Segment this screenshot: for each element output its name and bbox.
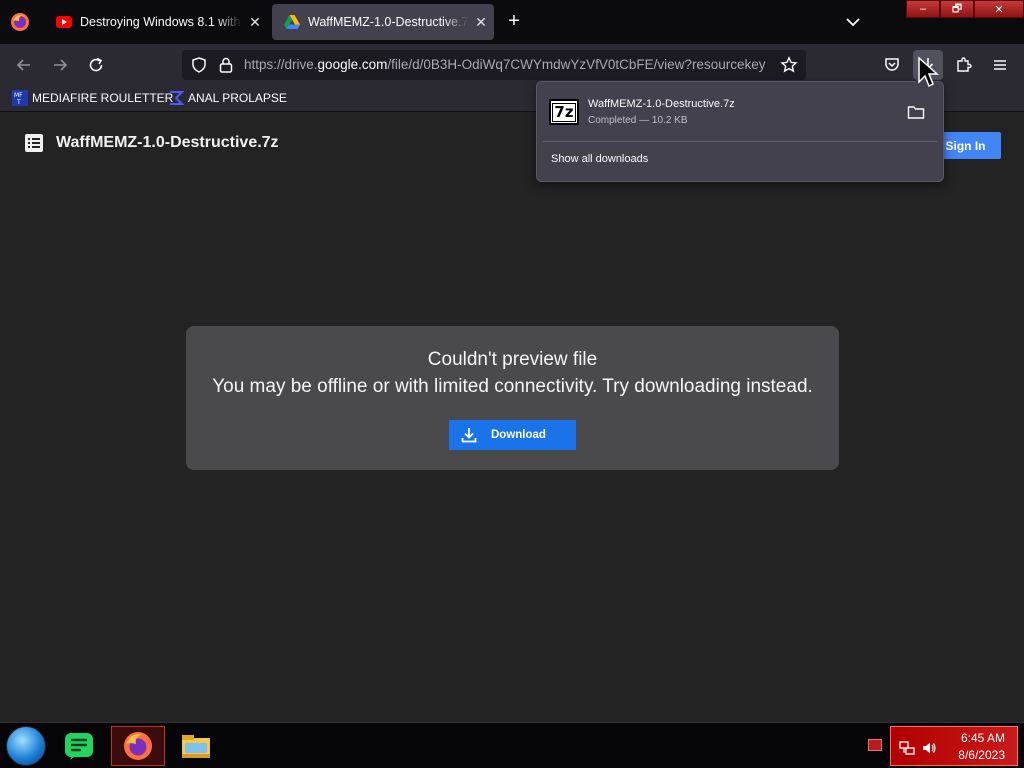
- tab-google-drive[interactable]: WaffMEMZ-1.0-Destructive.7z - ✕: [272, 4, 494, 40]
- close-tab-icon[interactable]: ✕: [242, 14, 268, 31]
- google-drive-icon: [284, 15, 300, 29]
- system-tray: 6:45 AM 8/6/2023: [890, 726, 1018, 766]
- mediafire-icon: MFT: [12, 90, 28, 106]
- youtube-icon: [56, 16, 72, 28]
- chevron-down-icon[interactable]: [842, 12, 864, 32]
- taskbar: 6:45 AM 8/6/2023: [0, 722, 1024, 768]
- reload-icon: [89, 57, 103, 72]
- shield-icon[interactable]: [190, 56, 208, 74]
- download-button-label: Download: [491, 429, 546, 441]
- puzzle-piece-icon: [957, 57, 972, 72]
- svg-text:T: T: [16, 99, 21, 106]
- lock-icon[interactable]: [218, 56, 234, 74]
- preview-error-card: Couldn't preview file You may be offline…: [186, 326, 839, 470]
- file-title: WaffMEMZ-1.0-Destructive.7z: [24, 133, 279, 153]
- forward-button[interactable]: [47, 53, 73, 77]
- minimize-button[interactable]: –: [906, 0, 940, 18]
- sigma-icon: [170, 91, 184, 105]
- 7z-file-icon: 7z: [549, 99, 579, 125]
- pocket-icon: [885, 58, 899, 71]
- volume-icon[interactable]: [921, 740, 937, 756]
- file-title-text: WaffMEMZ-1.0-Destructive.7z: [56, 134, 279, 151]
- downloads-panel: 7z WaffMEMZ-1.0-Destructive.7z Completed…: [536, 74, 944, 182]
- file-explorer-icon: [182, 735, 210, 758]
- new-tab-icon[interactable]: +: [503, 11, 525, 33]
- menu-button[interactable]: [987, 53, 1013, 77]
- extensions-button[interactable]: [951, 53, 977, 77]
- notes-app-icon: [65, 733, 93, 760]
- document-list-icon: [25, 134, 43, 152]
- firefox-icon[interactable]: [10, 12, 30, 32]
- back-button[interactable]: [11, 53, 37, 77]
- download-icon: [461, 428, 477, 443]
- clock-date: 8/6/2023: [958, 748, 1005, 762]
- star-bookmark-icon[interactable]: [780, 56, 798, 74]
- url-bar[interactable]: https://drive.google.com/file/d/0B3H-Odi…: [182, 50, 806, 80]
- preview-error-message: You may be offline or with limited conne…: [212, 376, 813, 397]
- hamburger-menu-icon: [994, 60, 1006, 70]
- clock[interactable]: 6:45 AM 8/6/2023: [958, 730, 1005, 764]
- download-item-status: Completed — 10.2 KB: [588, 115, 688, 126]
- divider: [543, 141, 937, 142]
- download-item-name: WaffMEMZ-1.0-Destructive.7z: [588, 98, 735, 110]
- preview-error-title: Couldn't preview file: [427, 349, 598, 370]
- show-all-downloads-button[interactable]: Show all downloads: [551, 153, 648, 165]
- tab-strip: Destroying Windows 8.1 with W ✕ WaffMEMZ…: [0, 0, 1024, 44]
- tab-youtube[interactable]: Destroying Windows 8.1 with W ✕: [44, 4, 268, 40]
- url-text[interactable]: https://drive.google.com/file/d/0B3H-Odi…: [244, 57, 776, 72]
- taskbar-app-notes[interactable]: [52, 726, 106, 766]
- restore-button[interactable]: 🗗: [940, 0, 974, 18]
- page-content: WaffMEMZ-1.0-Destructive.7z Sign In Coul…: [0, 113, 1024, 722]
- bookmark-mediafire[interactable]: MF T MEDIAFIRE ROULETTER: [12, 90, 173, 106]
- bookmark-label: MEDIAFIRE ROULETTER: [32, 91, 174, 105]
- folder-icon[interactable]: [907, 104, 925, 120]
- forward-arrow-icon: [54, 59, 68, 71]
- close-tab-icon[interactable]: ✕: [468, 14, 494, 31]
- network-icon[interactable]: [899, 740, 915, 756]
- taskbar-app-firefox[interactable]: [111, 726, 165, 766]
- taskbar-app-file-explorer[interactable]: [169, 726, 223, 766]
- back-arrow-icon: [16, 59, 30, 71]
- firefox-icon: [124, 732, 152, 760]
- reload-button[interactable]: [83, 53, 109, 77]
- tab-label: Destroying Windows 8.1 with W: [80, 15, 242, 29]
- download-button[interactable]: Download: [449, 420, 576, 450]
- bookmark-label: ANAL PROLAPSE: [188, 91, 287, 105]
- mouse-cursor-icon: [918, 56, 939, 88]
- bookmark-sigma[interactable]: ANAL PROLAPSE: [168, 90, 287, 106]
- clock-time: 6:45 AM: [960, 731, 1005, 745]
- navigation-toolbar: https://drive.google.com/file/d/0B3H-Odi…: [0, 44, 1024, 86]
- download-item[interactable]: 7z WaffMEMZ-1.0-Destructive.7z Completed…: [547, 96, 935, 132]
- start-button[interactable]: [6, 726, 46, 766]
- tab-label: WaffMEMZ-1.0-Destructive.7z -: [308, 15, 468, 29]
- close-window-button[interactable]: ✕: [974, 0, 1024, 18]
- pocket-button[interactable]: [879, 53, 905, 77]
- window-controls: – 🗗 ✕: [906, 0, 1024, 18]
- show-hidden-icons-button[interactable]: [868, 739, 882, 751]
- svg-text:MF: MF: [14, 92, 23, 99]
